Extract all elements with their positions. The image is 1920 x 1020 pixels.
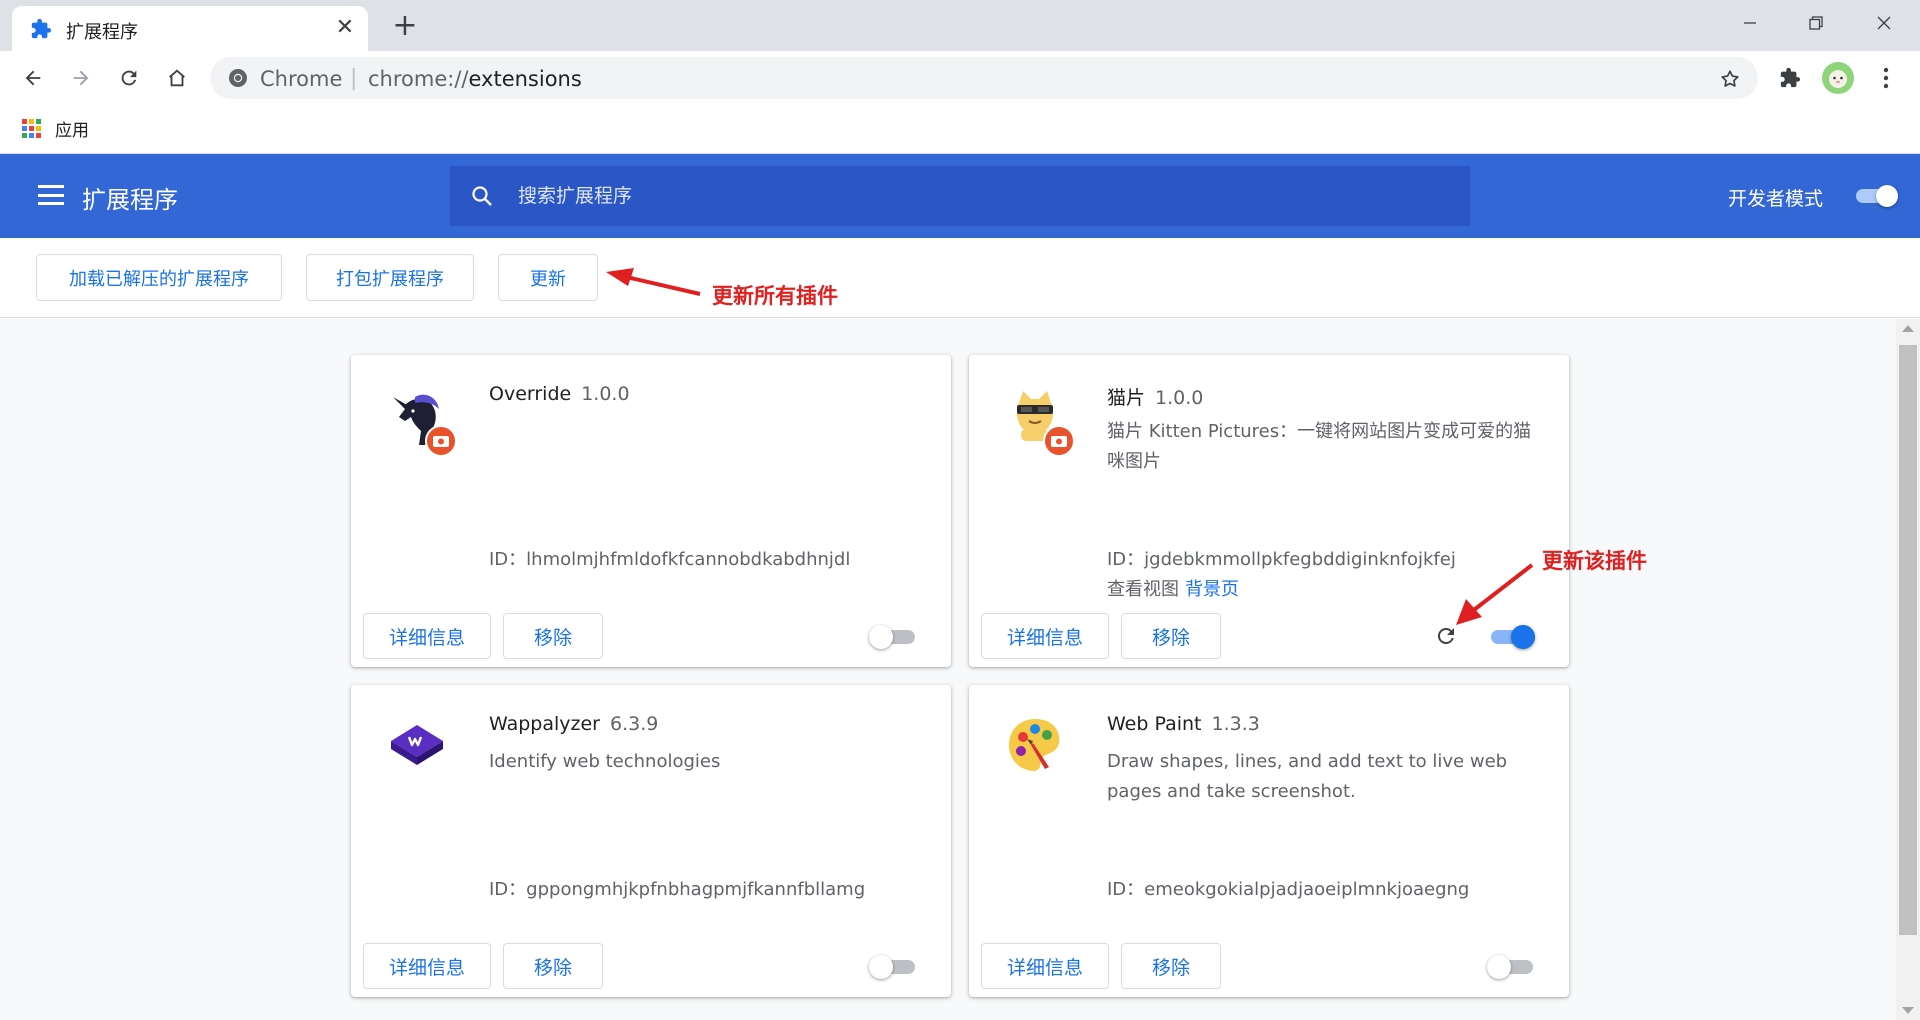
extension-name: Wappalyzer 6.3.9 xyxy=(489,713,658,735)
details-button[interactable]: 详细信息 xyxy=(363,613,491,659)
search-box[interactable] xyxy=(450,166,1470,226)
extension-id: ID：jgdebkmmollpkfegbddiginknfojkfej xyxy=(1107,549,1456,570)
browser-toolbar: Chrome | chrome://extensions xyxy=(0,51,1920,104)
omnibox-separator: | xyxy=(350,66,358,91)
scroll-up-arrow-icon[interactable] xyxy=(1902,325,1914,332)
profile-avatar[interactable] xyxy=(1820,60,1856,96)
toggle-knob xyxy=(869,625,893,649)
developer-action-bar: 加载已解压的扩展程序 打包扩展程序 更新 更新所有插件 xyxy=(0,238,1920,318)
extension-name-text: Override xyxy=(489,383,572,405)
extension-id: ID：emeokgokialpjadjaoeiplmnkjoaegng xyxy=(1107,879,1470,900)
puzzle-icon xyxy=(30,18,52,40)
annotation-arrow-update-all xyxy=(606,268,701,296)
extension-name-text: Wappalyzer xyxy=(489,713,600,735)
search-input[interactable] xyxy=(518,180,1418,212)
enable-toggle[interactable] xyxy=(869,625,919,649)
extension-id: ID：lhmolmjhfmldofkfcannobdkabdhnjdl xyxy=(489,549,851,570)
extension-version: 6.3.9 xyxy=(609,713,659,735)
inspect-views: 查看视图 背景页 xyxy=(1107,575,1239,601)
search-icon xyxy=(470,184,494,208)
extension-name: Override 1.0.0 xyxy=(489,383,630,405)
background-page-link[interactable]: 背景页 xyxy=(1185,579,1239,600)
toggle-knob xyxy=(1876,185,1898,207)
bookmarks-bar: 应用 xyxy=(0,104,1920,154)
extension-version: 1.0.0 xyxy=(581,383,630,405)
extension-description: Identify web technologies xyxy=(489,751,721,772)
extension-name-text: Web Paint xyxy=(1107,713,1202,735)
developer-mode-toggle[interactable] xyxy=(1854,185,1900,207)
more-menu-icon[interactable] xyxy=(1868,60,1904,96)
inspect-views-label: 查看视图 xyxy=(1107,579,1179,600)
card-footer: 详细信息 移除 xyxy=(969,935,1569,997)
page-title: 扩展程序 xyxy=(82,186,178,214)
remove-button[interactable]: 移除 xyxy=(1121,943,1221,989)
forward-arrow-icon[interactable] xyxy=(64,61,98,95)
tab-close-icon[interactable]: ✕ xyxy=(332,15,358,41)
extension-card-web-paint: Web Paint 1.3.3 Draw shapes, lines, and a… xyxy=(969,685,1569,997)
scroll-thumb[interactable] xyxy=(1899,345,1917,935)
unpacked-badge-icon xyxy=(1043,425,1075,457)
bookmark-star-icon[interactable] xyxy=(1716,65,1744,93)
hamburger-menu-icon[interactable] xyxy=(36,182,66,208)
details-button[interactable]: 详细信息 xyxy=(363,943,491,989)
extension-name: Web Paint 1.3.3 xyxy=(1107,713,1260,735)
annotation-update-all: 更新所有插件 xyxy=(712,284,838,308)
chrome-logo-icon xyxy=(228,68,248,88)
apps-label: 应用 xyxy=(55,121,89,141)
address-bar[interactable]: Chrome | chrome://extensions xyxy=(210,57,1758,99)
toggle-knob xyxy=(1487,955,1511,979)
extension-version: 1.0.0 xyxy=(1155,387,1204,409)
unpacked-badge-icon xyxy=(425,425,457,457)
extension-card-override: Override 1.0.0 ID：lhmolmjhfmldofkfcannobd… xyxy=(351,355,951,667)
reload-icon[interactable] xyxy=(112,61,146,95)
extension-description: 猫片 Kitten Pictures：一键将网站图片变成可爱的猫咪图片 xyxy=(1107,421,1532,472)
new-tab-plus-icon[interactable]: + xyxy=(388,10,422,44)
apps-grid-icon xyxy=(22,118,42,139)
home-icon[interactable] xyxy=(160,61,194,95)
annotation-arrow-update-this xyxy=(1456,563,1534,625)
restore-icon[interactable] xyxy=(1796,6,1836,40)
page-scrollbar[interactable] xyxy=(1896,319,1920,1020)
remove-button[interactable]: 移除 xyxy=(503,613,603,659)
extension-id: ID：gppongmhjkpfnbhagpmjfkannfbllamg xyxy=(489,879,866,900)
tab-title: 扩展程序 xyxy=(66,22,138,43)
url-prefix: chrome:// xyxy=(368,67,469,91)
web-paint-palette-icon xyxy=(1003,713,1067,777)
extension-version: 1.3.3 xyxy=(1211,713,1260,735)
card-footer: 详细信息 移除 xyxy=(351,935,951,997)
minimize-icon[interactable] xyxy=(1730,6,1770,40)
scroll-down-arrow-icon[interactable] xyxy=(1902,1007,1914,1014)
card-footer: 详细信息 移除 xyxy=(351,605,951,667)
extension-description: Draw shapes, lines, and add text to live… xyxy=(1107,751,1508,802)
url-path: extensions xyxy=(468,67,582,91)
load-unpacked-button[interactable]: 加载已解压的扩展程序 xyxy=(36,254,282,301)
pack-extension-button[interactable]: 打包扩展程序 xyxy=(306,254,474,301)
bookmark-apps[interactable]: 应用 xyxy=(22,116,89,141)
window-close-icon[interactable] xyxy=(1864,6,1904,40)
details-button[interactable]: 详细信息 xyxy=(981,943,1109,989)
back-arrow-icon[interactable] xyxy=(16,61,50,95)
extension-name: 猫片 1.0.0 xyxy=(1107,383,1203,410)
extensions-header: 扩展程序 开发者模式 xyxy=(0,154,1920,238)
toggle-knob xyxy=(869,955,893,979)
extensions-list: Override 1.0.0 ID：lhmolmjhfmldofkfcannobd… xyxy=(0,319,1896,1020)
remove-button[interactable]: 移除 xyxy=(503,943,603,989)
extension-name-text: 猫片 xyxy=(1107,387,1146,409)
details-button[interactable]: 详细信息 xyxy=(981,613,1109,659)
tab-strip: 扩展程序 ✕ + xyxy=(0,0,1920,51)
omnibox-chip: Chrome xyxy=(260,67,343,91)
extensions-puzzle-icon[interactable] xyxy=(1772,60,1808,96)
omnibox-url: chrome://extensions xyxy=(368,67,582,91)
update-button[interactable]: 更新 xyxy=(498,254,598,301)
extension-card-wappalyzer: Wappalyzer 6.3.9 Identify web technologie… xyxy=(351,685,951,997)
annotation-update-this: 更新该插件 xyxy=(1542,549,1647,573)
remove-button[interactable]: 移除 xyxy=(1121,613,1221,659)
wappalyzer-icon xyxy=(385,713,449,777)
developer-mode-label: 开发者模式 xyxy=(1728,188,1824,210)
tab-extensions[interactable]: 扩展程序 ✕ xyxy=(12,6,368,51)
enable-toggle[interactable] xyxy=(869,955,919,979)
enable-toggle[interactable] xyxy=(1487,955,1537,979)
